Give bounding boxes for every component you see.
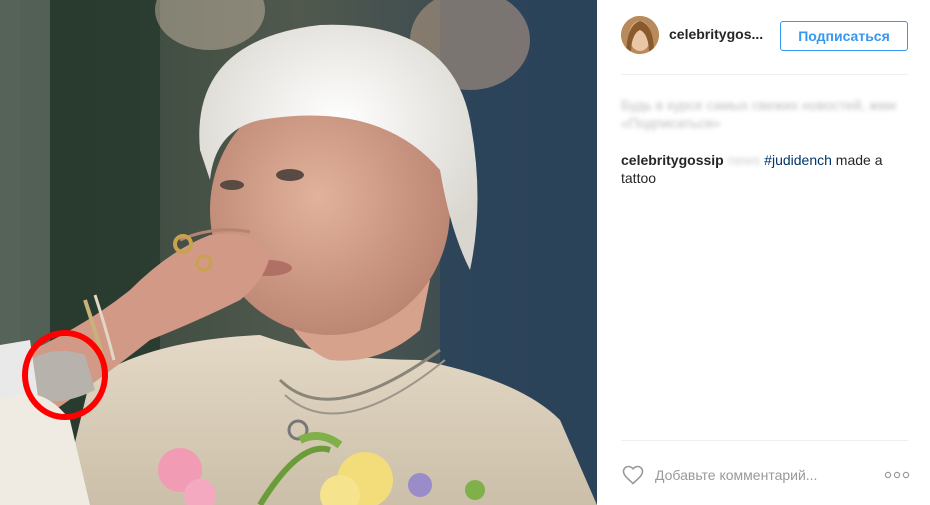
header-divider	[621, 74, 908, 75]
footer-divider	[621, 440, 908, 441]
caption-username[interactable]: celebritygossip	[621, 152, 724, 168]
caption-hashtag[interactable]: #judidench	[764, 152, 832, 168]
avatar-image	[621, 16, 659, 54]
caption-hidden-text: news	[727, 152, 761, 168]
post-side-panel: celebritygos... Подписаться Будь в курсе…	[597, 0, 930, 505]
comment-input[interactable]	[655, 465, 865, 485]
follow-button[interactable]: Подписаться	[780, 21, 908, 51]
more-options-icon[interactable]	[883, 465, 911, 485]
blurred-notice: Будь в курсе самых свежих новостей, жми …	[621, 97, 897, 131]
post-username[interactable]: celebritygos...	[669, 26, 763, 42]
post-caption: celebritygossip news #judidench made a t…	[621, 151, 911, 187]
heart-outline-icon[interactable]	[621, 463, 645, 487]
avatar[interactable]	[621, 16, 659, 54]
comment-bar	[621, 463, 911, 491]
post-header: celebritygos... Подписаться	[621, 16, 908, 56]
photo-image	[0, 0, 597, 505]
post-photo[interactable]	[0, 0, 597, 505]
